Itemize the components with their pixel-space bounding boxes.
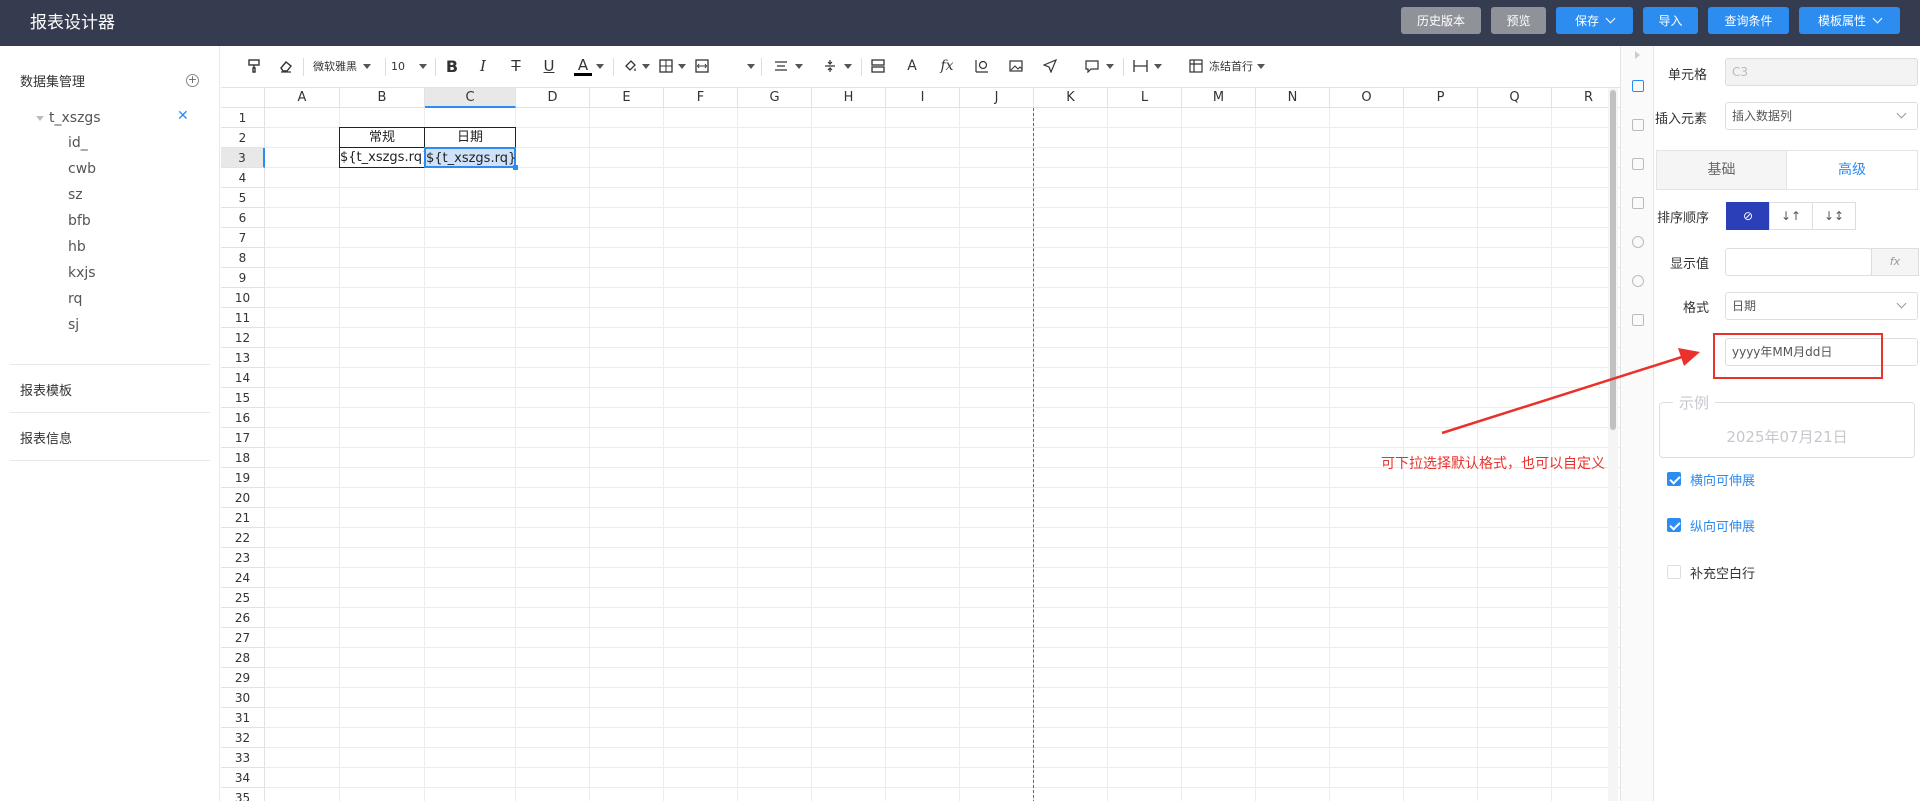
annotation-arrow bbox=[1441, 348, 1700, 435]
annotation-text: 可下拉选择默认格式，也可以自定义 bbox=[1381, 456, 1605, 472]
